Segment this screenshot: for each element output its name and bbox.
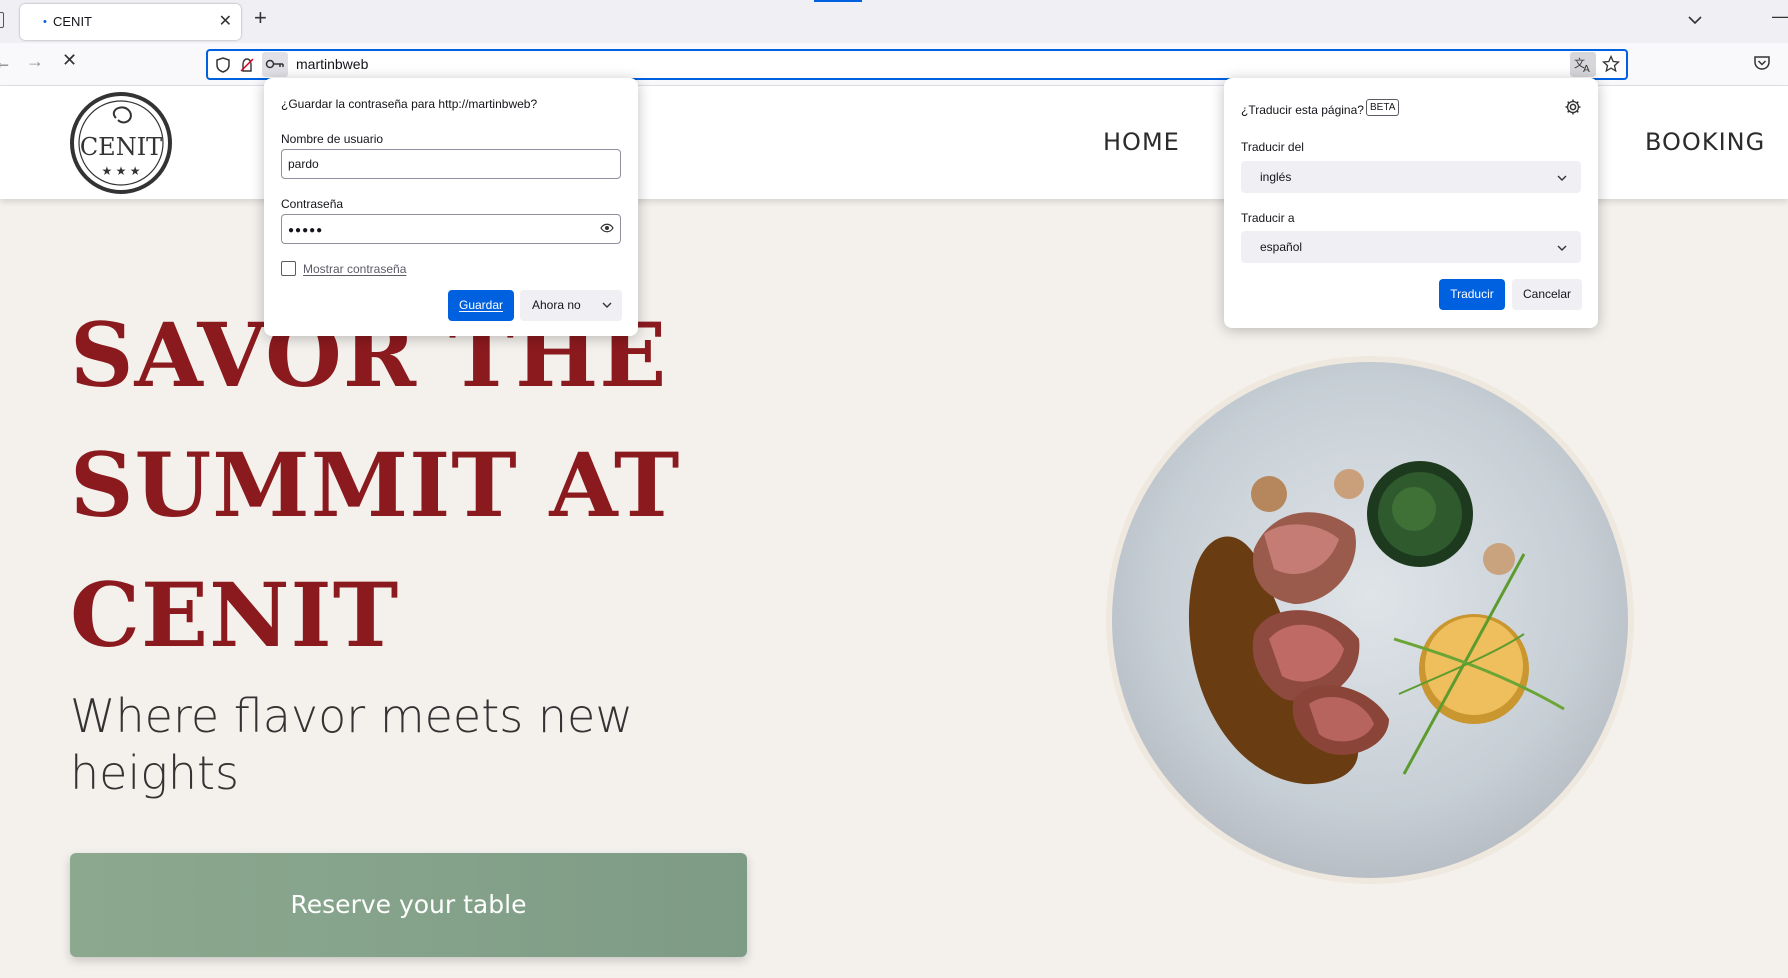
svg-text:★ ★ ★: ★ ★ ★ — [102, 164, 141, 178]
to-language-select[interactable]: español — [1241, 231, 1581, 263]
from-language-label: Traducir del — [1241, 140, 1304, 154]
pocket-icon[interactable] — [1753, 54, 1771, 77]
password-field[interactable]: ●●●●● — [281, 214, 621, 244]
from-language-value: inglés — [1260, 170, 1292, 184]
loading-indicator — [814, 0, 862, 2]
svg-text:A: A — [1583, 64, 1590, 75]
nav-home-link[interactable]: HOME — [1103, 128, 1180, 156]
back-icon[interactable]: ← — [0, 52, 12, 73]
plus-icon[interactable]: + — [254, 7, 267, 29]
to-language-value: español — [1260, 240, 1303, 254]
shield-icon[interactable] — [214, 56, 232, 74]
tab-title: CENIT — [53, 14, 92, 29]
url-bar[interactable]: martinbweb 文A — [206, 49, 1628, 80]
gear-icon[interactable] — [1564, 98, 1582, 121]
key-icon[interactable] — [262, 52, 288, 77]
stop-icon[interactable]: ✕ — [62, 50, 77, 71]
sidebar-icon[interactable] — [0, 12, 4, 28]
tab-cenit[interactable]: • CENIT ✕ — [20, 4, 241, 40]
to-language-label: Traducir a — [1241, 211, 1295, 225]
save-password-question: ¿Guardar la contraseña para http://marti… — [281, 97, 538, 111]
hero-line: CENIT — [70, 563, 400, 667]
loading-dot: • — [43, 16, 47, 28]
minimize-icon[interactable]: — — [1772, 6, 1788, 27]
svg-text:CENIT: CENIT — [80, 133, 162, 161]
username-field[interactable]: pardo — [281, 149, 621, 179]
star-icon[interactable] — [1601, 54, 1621, 73]
not-now-button[interactable]: Ahora no — [520, 290, 622, 321]
blocked-permission-icon[interactable] — [238, 56, 256, 74]
reserve-table-button[interactable]: Reserve your table — [70, 853, 747, 957]
dish-image — [1104, 354, 1636, 886]
hero-line: SUMMIT AT — [70, 433, 681, 537]
show-password-label[interactable]: Mostrar contraseña — [303, 262, 406, 276]
translate-question: ¿Traducir esta página? — [1241, 103, 1364, 117]
eye-icon[interactable] — [600, 222, 614, 237]
beta-badge: BETA — [1366, 99, 1400, 116]
translate-button[interactable]: Traducir — [1439, 279, 1505, 310]
password-label: Contraseña — [281, 197, 344, 211]
save-password-button[interactable]: Guardar — [448, 290, 514, 321]
translate-popup: ¿Traducir esta página? BETA Traducir del… — [1224, 78, 1598, 328]
forward-icon[interactable]: → — [26, 51, 44, 72]
cancel-button[interactable]: Cancelar — [1512, 279, 1582, 310]
not-now-label: Ahora no — [532, 298, 581, 312]
nav-booking-link[interactable]: BOOKING — [1645, 128, 1765, 156]
cenit-logo[interactable]: CENIT ★ ★ ★ — [68, 90, 174, 196]
url-text[interactable]: martinbweb — [296, 56, 368, 72]
save-password-popup: ¿Guardar la contraseña para http://marti… — [264, 78, 638, 336]
hero-tagline: Where flavor meets new heights — [70, 689, 633, 800]
chevron-down-icon[interactable] — [1688, 12, 1702, 30]
close-icon[interactable]: ✕ — [219, 11, 232, 31]
chevron-down-icon — [1557, 171, 1567, 185]
tab-strip: • CENIT ✕ + — — [0, 0, 1788, 43]
translate-icon[interactable]: 文A — [1570, 52, 1596, 77]
username-value: pardo — [288, 157, 319, 171]
chevron-down-icon[interactable] — [602, 290, 612, 321]
from-language-select[interactable]: inglés — [1241, 161, 1581, 193]
password-value: ●●●●● — [288, 225, 324, 236]
chevron-down-icon — [1557, 241, 1567, 255]
hero-title: SAVOR THE SUMMIT AT CENIT — [70, 290, 790, 680]
show-password-checkbox[interactable] — [281, 261, 296, 276]
username-label: Nombre de usuario — [281, 132, 384, 146]
